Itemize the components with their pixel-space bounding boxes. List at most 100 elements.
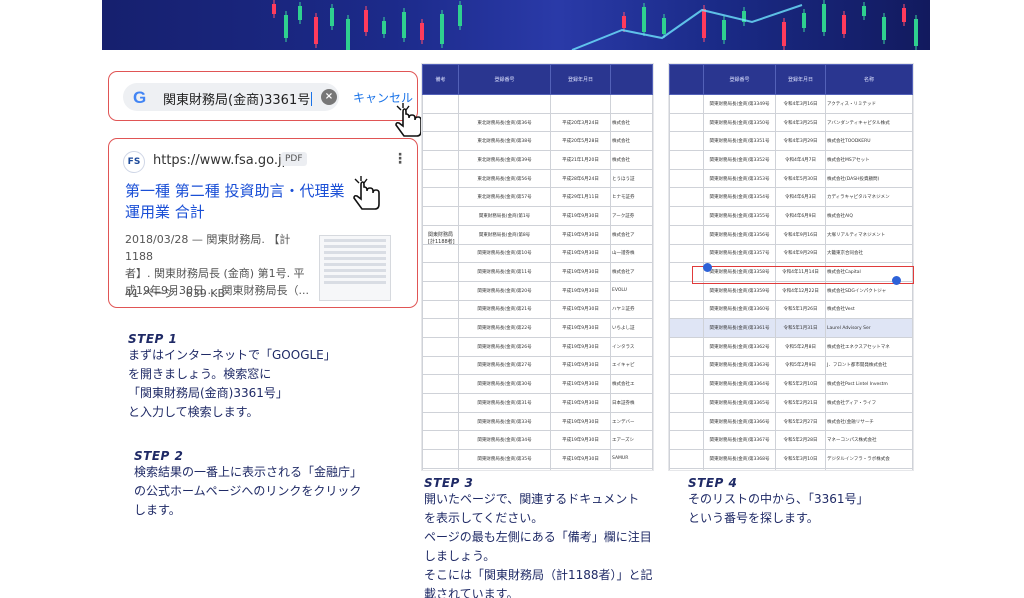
table-row: 東北財務局長(金商)第36号 平成20年3月24日 株式会社 <box>422 112 653 133</box>
column-header: 登録番号 <box>703 64 776 95</box>
table-cell: 令和5年2月21日 <box>775 393 826 413</box>
table-cell: 関東財務局長(金商)第33号 <box>458 411 551 432</box>
table-cell: 関東財務局長(金商)第3361号 <box>703 318 776 338</box>
table-row: 関東財務局長(金商)第3365号 令和5年2月21日 株式会社ディア・ライフ <box>669 393 913 413</box>
table-cell: 株式会社エネクスアセットマネ <box>825 336 913 357</box>
table-row: 関東財務局長(金商)第3364号 令和5年2月10日 株式会社Post Lintel… <box>669 374 913 394</box>
table-cell <box>422 449 459 469</box>
column-header: 備考 <box>422 64 459 95</box>
clear-icon[interactable]: × <box>321 89 337 105</box>
table-row: 関東財務局長(金商)第3353号 令和4年5月30日 株式会社(DASH投資顧問) <box>669 168 913 189</box>
table-row: 関東財務局長(金商)第3351号 令和4年3月29日 株式会社TOODKERU <box>669 131 913 152</box>
result-url[interactable]: https://www.fsa.go.jp <box>153 153 290 168</box>
table-row: 関東財務局長(金商)第3357号 令和4年9月29日 大籠東京合同会社 <box>669 243 913 264</box>
table-cell: 平成19年9月30日 <box>550 262 611 282</box>
table-row: 関東財務局長(金商)第3350号 令和4年3月25日 アバンダンティキャピタル株式 <box>669 112 913 133</box>
column-header: 登録年月日 <box>550 64 611 95</box>
table-row: 関東財務局長(金商)第35号 平成19年9月30日 SAMUR <box>422 449 653 469</box>
table-cell: 株式会社ディア・ライフ <box>825 393 913 413</box>
table-cell: EVOLU <box>610 280 653 301</box>
pointer-hand-icon <box>353 176 380 210</box>
table-cell: 平成20年5月28日 <box>550 131 611 152</box>
table-cell <box>422 280 459 301</box>
table-row: 関東財務局長(金商)第3349号 令和4年3月16日 アクティス・リミテッド <box>669 94 913 114</box>
table-row: 関東財務局長(金商)第3354号 令和4年6月3日 カディラキャピタルマネジメン <box>669 187 913 208</box>
table-cell: 令和4年4月7日 <box>775 150 826 170</box>
table-cell: 関東財務局長(金商)第3363号 <box>703 355 776 376</box>
table-cell: 関東財務局長(金商)第34号 <box>458 430 551 451</box>
step-2: STEP 2 検索結果の一番上に表示される「金融庁」 の公式ホームページへのリンク… <box>134 449 424 520</box>
table-cell <box>669 467 704 470</box>
table-cell <box>669 131 704 152</box>
table-cell: 平成28年6月24日 <box>550 168 611 189</box>
table-cell: 平成19年9月30日 <box>550 206 611 226</box>
table-cell: 関東財務局長(金商)第21号 <box>458 299 551 320</box>
table-cell <box>669 411 704 432</box>
table-cell <box>422 355 459 376</box>
table-row: 関東財務局長(金商)第10号 平成19年9月30日 山一證券株 <box>422 243 653 264</box>
table-cell: 関東財務局長(金商)第3350号 <box>703 112 776 133</box>
table-cell: 関東財務局長(金商)第30号 <box>458 374 551 394</box>
table-cell <box>669 206 704 226</box>
table-cell: 関東財務局長(金商)第44号 <box>458 467 551 470</box>
table-row: 関東財務局長(金商)第34号 平成19年9月30日 エアーズシ <box>422 430 653 451</box>
step-text: そのリストの中から、「3361号」 という番号を探します。 <box>688 492 869 525</box>
table-row: 関東財務局長(金商)第27号 平成19年9月30日 エイキャピ <box>422 355 653 376</box>
table-cell: 株式会社SDGインパクトジャ <box>825 280 913 301</box>
table-row: 関東財務局長(金商)第30号 平成19年9月30日 株式会社エ <box>422 374 653 394</box>
table-cell: いちよし証 <box>610 318 653 338</box>
table-cell: ヒナモ証券 <box>610 187 653 208</box>
table-cell <box>669 355 704 376</box>
table-row: 関東財務局長(金商)第21号 平成19年9月30日 ハヤミ証券 <box>422 299 653 320</box>
table-cell <box>422 467 459 470</box>
table-row: 関東財務局長(金商)第3360号 令和5年1月26日 株式会社Vest <box>669 299 913 320</box>
table-cell <box>422 243 459 264</box>
table-cell: 令和4年5月30日 <box>775 168 826 189</box>
table-cell: 株式会社Vest <box>825 299 913 320</box>
table-cell: 関東財務局長(金商)第27号 <box>458 355 551 376</box>
table-cell <box>422 374 459 394</box>
document-screenshot-1: 備考 登録番号 登録年月日 東北財務局長(金商)第36号 平成20年3月24日 株式… <box>421 63 654 471</box>
table-cell: 令和4年12月22日 <box>775 280 826 301</box>
table-cell: 平成19年9月30日 <box>550 393 611 413</box>
table-cell: とうほう証 <box>610 168 653 189</box>
table-cell: 株式会社 <box>610 131 653 152</box>
table-cell: 令和4年3月29日 <box>775 131 826 152</box>
pdf-thumbnail[interactable] <box>319 235 391 301</box>
table-cell: 令和5年1月31日 <box>775 318 826 338</box>
table-cell: 関東財務局長(金商)第3369号 <box>703 467 776 470</box>
table-cell <box>422 150 459 170</box>
selection-handle[interactable] <box>892 276 901 285</box>
table-cell: 令和4年9月16日 <box>775 224 826 245</box>
table-cell: 株式会社MSアセット <box>825 150 913 170</box>
table-cell: 株式会社 <box>610 112 653 133</box>
search-input[interactable]: 関東財務局(金商)3361号 <box>163 89 313 108</box>
search-screenshot: G 関東財務局(金商)3361号 × キャンセル <box>108 71 422 137</box>
table-cell <box>422 187 459 208</box>
table-cell: 関東財務局長(金商)第35号 <box>458 449 551 469</box>
table-cell: 令和4年3月16日 <box>775 94 826 114</box>
selection-handle[interactable] <box>703 263 712 272</box>
table-cell: 令和5年3月10日 <box>775 449 826 469</box>
table-cell: 関東財務局長(金商)第3362号 <box>703 336 776 357</box>
table-cell: 令和5年2月28日 <box>775 430 826 451</box>
table-cell: 関東財務局長(金商)第11号 <box>458 262 551 282</box>
table-cell: 関東財務局長(金商)第26号 <box>458 336 551 357</box>
table-cell: 関東財務局長(金商)第3349号 <box>703 94 776 114</box>
table-cell: 平成19年9月30日 <box>550 449 611 469</box>
more-options-icon[interactable]: ⋮ <box>393 151 407 167</box>
table-cell: 令和4年6月9日 <box>775 206 826 226</box>
step-label: STEP 3 <box>424 476 474 490</box>
result-title-link[interactable]: 第一種 第二種 投資助言・代理業 運用業 合計 <box>125 181 365 223</box>
table-cell <box>669 187 704 208</box>
column-header <box>669 64 704 95</box>
table-cell: 関東財務局長(金商)第3364号 <box>703 374 776 394</box>
table-cell: 令和5年2月8日 <box>775 336 826 357</box>
search-bar[interactable]: G 関東財務局(金商)3361号 × <box>123 83 339 111</box>
table-row: 東北財務局長(金商)第39号 平成21年1月20日 株式会社 <box>422 150 653 170</box>
table-row: 関東財務局長(金商)第3352号 令和4年4月7日 株式会社MSアセット <box>669 150 913 170</box>
table-cell: 株式会社ア <box>610 262 653 282</box>
table-cell: 大籠東京合同会社 <box>825 243 913 264</box>
table-cell: インタラス <box>610 336 653 357</box>
table-row: 関東財務局長(金商)第22号 平成19年9月30日 いちよし証 <box>422 318 653 338</box>
